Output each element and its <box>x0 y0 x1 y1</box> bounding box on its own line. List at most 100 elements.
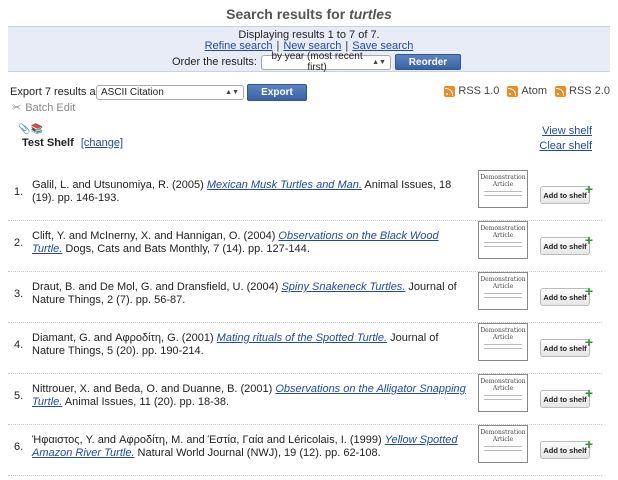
result-row: 3. Draut, B. and De Mol, G. and Dransfie… <box>8 272 602 323</box>
view-shelf-link[interactable]: View shelf <box>542 125 592 137</box>
citation-authors: Galil, L. and Utsunomiya, R. (2005) <box>32 179 207 191</box>
export-bar: Export 7 results as ASCII Citation ▲▼ Ex… <box>10 84 610 102</box>
add-to-shelf-button[interactable]: Add to shelf + <box>540 283 593 306</box>
export-format-select[interactable]: ASCII Citation ▲▼ <box>96 85 244 100</box>
citation-authors: Draut, B. and De Mol, G. and Dransfield,… <box>32 281 282 293</box>
plus-icon: + <box>584 181 593 197</box>
thumb-line1: Demonstration <box>480 327 526 334</box>
article-thumbnail[interactable]: Demonstration Article <box>478 221 528 259</box>
citation-source: Natural World Journal (NWJ), 19 (12). pp… <box>134 447 381 459</box>
citation-source: Animal Issues, 11 (20). pp. 18-38. <box>62 396 230 408</box>
citation-source: Dogs, Cats and Bats Monthly, 7 (14). pp.… <box>62 243 310 255</box>
citation-authors: Ήφαιστος, Y. and Αφροδίτη, M. and Έστία,… <box>32 434 385 446</box>
citation-authors: Clift, Y. and McInerny, X. and Hannigan,… <box>32 230 279 242</box>
feed-links: RSS 1.0 Atom RSS 2.0 <box>444 85 610 97</box>
feed-label: RSS 2.0 <box>569 85 610 97</box>
thumb-line1: Demonstration <box>480 429 526 436</box>
add-to-shelf-button[interactable]: Add to shelf + <box>540 181 593 204</box>
batch-edit-link[interactable]: ✂ Batch Edit <box>12 101 76 115</box>
title-prefix: Search results for <box>226 6 346 22</box>
shelf-actions: View shelf Clear shelf <box>539 124 592 154</box>
plus-icon: + <box>584 232 593 248</box>
citation: Diamant, G. and Αφροδίτη, G. (2001) Mati… <box>32 332 470 358</box>
add-to-shelf-button[interactable]: Add to shelf + <box>540 232 593 255</box>
feed-rss1[interactable]: RSS 1.0 <box>444 85 499 97</box>
result-number: 3. <box>14 288 24 300</box>
citation: Draut, B. and De Mol, G. and Dransfield,… <box>32 281 470 307</box>
plus-icon: + <box>584 385 593 401</box>
feed-rss2[interactable]: RSS 2.0 <box>555 85 610 97</box>
add-to-shelf-label: Add to shelf <box>543 394 587 404</box>
citation-title-link[interactable]: Mating rituals of the Spotted Turtle. <box>217 332 387 344</box>
add-to-shelf-button[interactable]: Add to shelf + <box>540 436 593 459</box>
reorder-button[interactable]: Reorder <box>394 54 461 70</box>
thumb-line1: Demonstration <box>480 378 526 385</box>
add-to-shelf-label: Add to shelf <box>543 190 587 200</box>
rss-icon <box>444 85 456 97</box>
feed-label: RSS 1.0 <box>458 85 500 97</box>
export-label: Export 7 results as <box>10 86 102 98</box>
scissors-icon: ✂ <box>12 102 22 114</box>
thumb-line1: Demonstration <box>480 276 526 283</box>
shelf-icon: 📎📚 <box>18 124 43 135</box>
thumb-rule <box>484 399 522 400</box>
add-to-shelf-label: Add to shelf <box>543 241 587 251</box>
citation-title-link[interactable]: Mexican Musk Turtles and Man. <box>207 179 362 191</box>
rss-icon <box>507 85 519 97</box>
select-arrows-icon: ▲▼ <box>225 89 239 96</box>
thumb-rule <box>484 191 522 192</box>
page-title: Search results for turtles <box>0 6 618 22</box>
add-to-shelf-button[interactable]: Add to shelf + <box>540 385 593 408</box>
refine-search-link[interactable]: Refine search <box>205 40 273 52</box>
export-button[interactable]: Export <box>247 84 307 101</box>
thumb-rule <box>484 195 522 196</box>
order-select[interactable]: by year (most recent first) ▲▼ <box>260 51 391 73</box>
citation-title-link[interactable]: Spiny Snakeneck Turtles. <box>281 281 405 293</box>
citation: Clift, Y. and McInerny, X. and Hannigan,… <box>32 230 470 256</box>
rss-icon <box>555 85 567 97</box>
citation-authors: Diamant, G. and Αφροδίτη, G. (2001) <box>32 332 217 344</box>
thumb-line2: Article <box>492 232 514 239</box>
article-thumbnail[interactable]: Demonstration Article <box>478 374 528 412</box>
feed-atom[interactable]: Atom <box>507 85 547 97</box>
select-arrows-icon: ▲▼ <box>372 58 386 66</box>
order-label: Order the results: <box>172 56 257 68</box>
thumb-line2: Article <box>492 385 514 392</box>
batch-edit-label: Batch Edit <box>25 101 76 114</box>
result-number: 2. <box>14 237 24 249</box>
thumb-rule <box>484 242 522 243</box>
change-shelf-link[interactable]: [change] <box>81 137 123 149</box>
plus-icon: + <box>584 334 593 350</box>
thumb-rule <box>484 450 522 451</box>
order-select-value: by year (most recent first) <box>271 51 363 73</box>
result-row: 2. Clift, Y. and McInerny, X. and Hannig… <box>8 221 602 272</box>
result-row: 4. Diamant, G. and Αφροδίτη, G. (2001) M… <box>8 323 602 374</box>
add-to-shelf-label: Add to shelf <box>543 445 587 455</box>
export-format-value: ASCII Citation <box>101 87 164 98</box>
thumb-rule <box>484 446 522 447</box>
feed-label: Atom <box>521 85 548 97</box>
thumb-rule <box>484 348 522 349</box>
clear-shelf-link[interactable]: Clear shelf <box>539 140 592 152</box>
search-query: turtles <box>349 6 392 22</box>
article-thumbnail[interactable]: Demonstration Article <box>478 323 528 361</box>
result-row: 5. Nittrouer, X. and Beda, O. and Duanne… <box>8 374 602 425</box>
results-panel: Displaying results 1 to 7 of 7. Refine s… <box>8 26 610 73</box>
shelf-heading: Test Shelf [change] <box>22 137 123 149</box>
article-thumbnail[interactable]: Demonstration Article <box>478 170 528 208</box>
article-thumbnail[interactable]: Demonstration Article <box>478 425 528 463</box>
result-row: 1. Galil, L. and Utsunomiya, R. (2005) M… <box>8 170 602 221</box>
thumb-line2: Article <box>492 436 514 443</box>
result-number: 6. <box>14 441 24 453</box>
plus-icon: + <box>584 283 593 299</box>
citation: Nittrouer, X. and Beda, O. and Duanne, B… <box>32 383 470 409</box>
article-thumbnail[interactable]: Demonstration Article <box>478 272 528 310</box>
thumb-rule <box>484 297 522 298</box>
add-to-shelf-label: Add to shelf <box>543 343 587 353</box>
thumb-line2: Article <box>492 181 514 188</box>
citation: Ήφαιστος, Y. and Αφροδίτη, M. and Έστία,… <box>32 434 470 460</box>
thumb-rule <box>484 395 522 396</box>
add-to-shelf-button[interactable]: Add to shelf + <box>540 334 593 357</box>
result-number: 4. <box>14 339 24 351</box>
shelf-name: Test Shelf <box>22 137 74 149</box>
